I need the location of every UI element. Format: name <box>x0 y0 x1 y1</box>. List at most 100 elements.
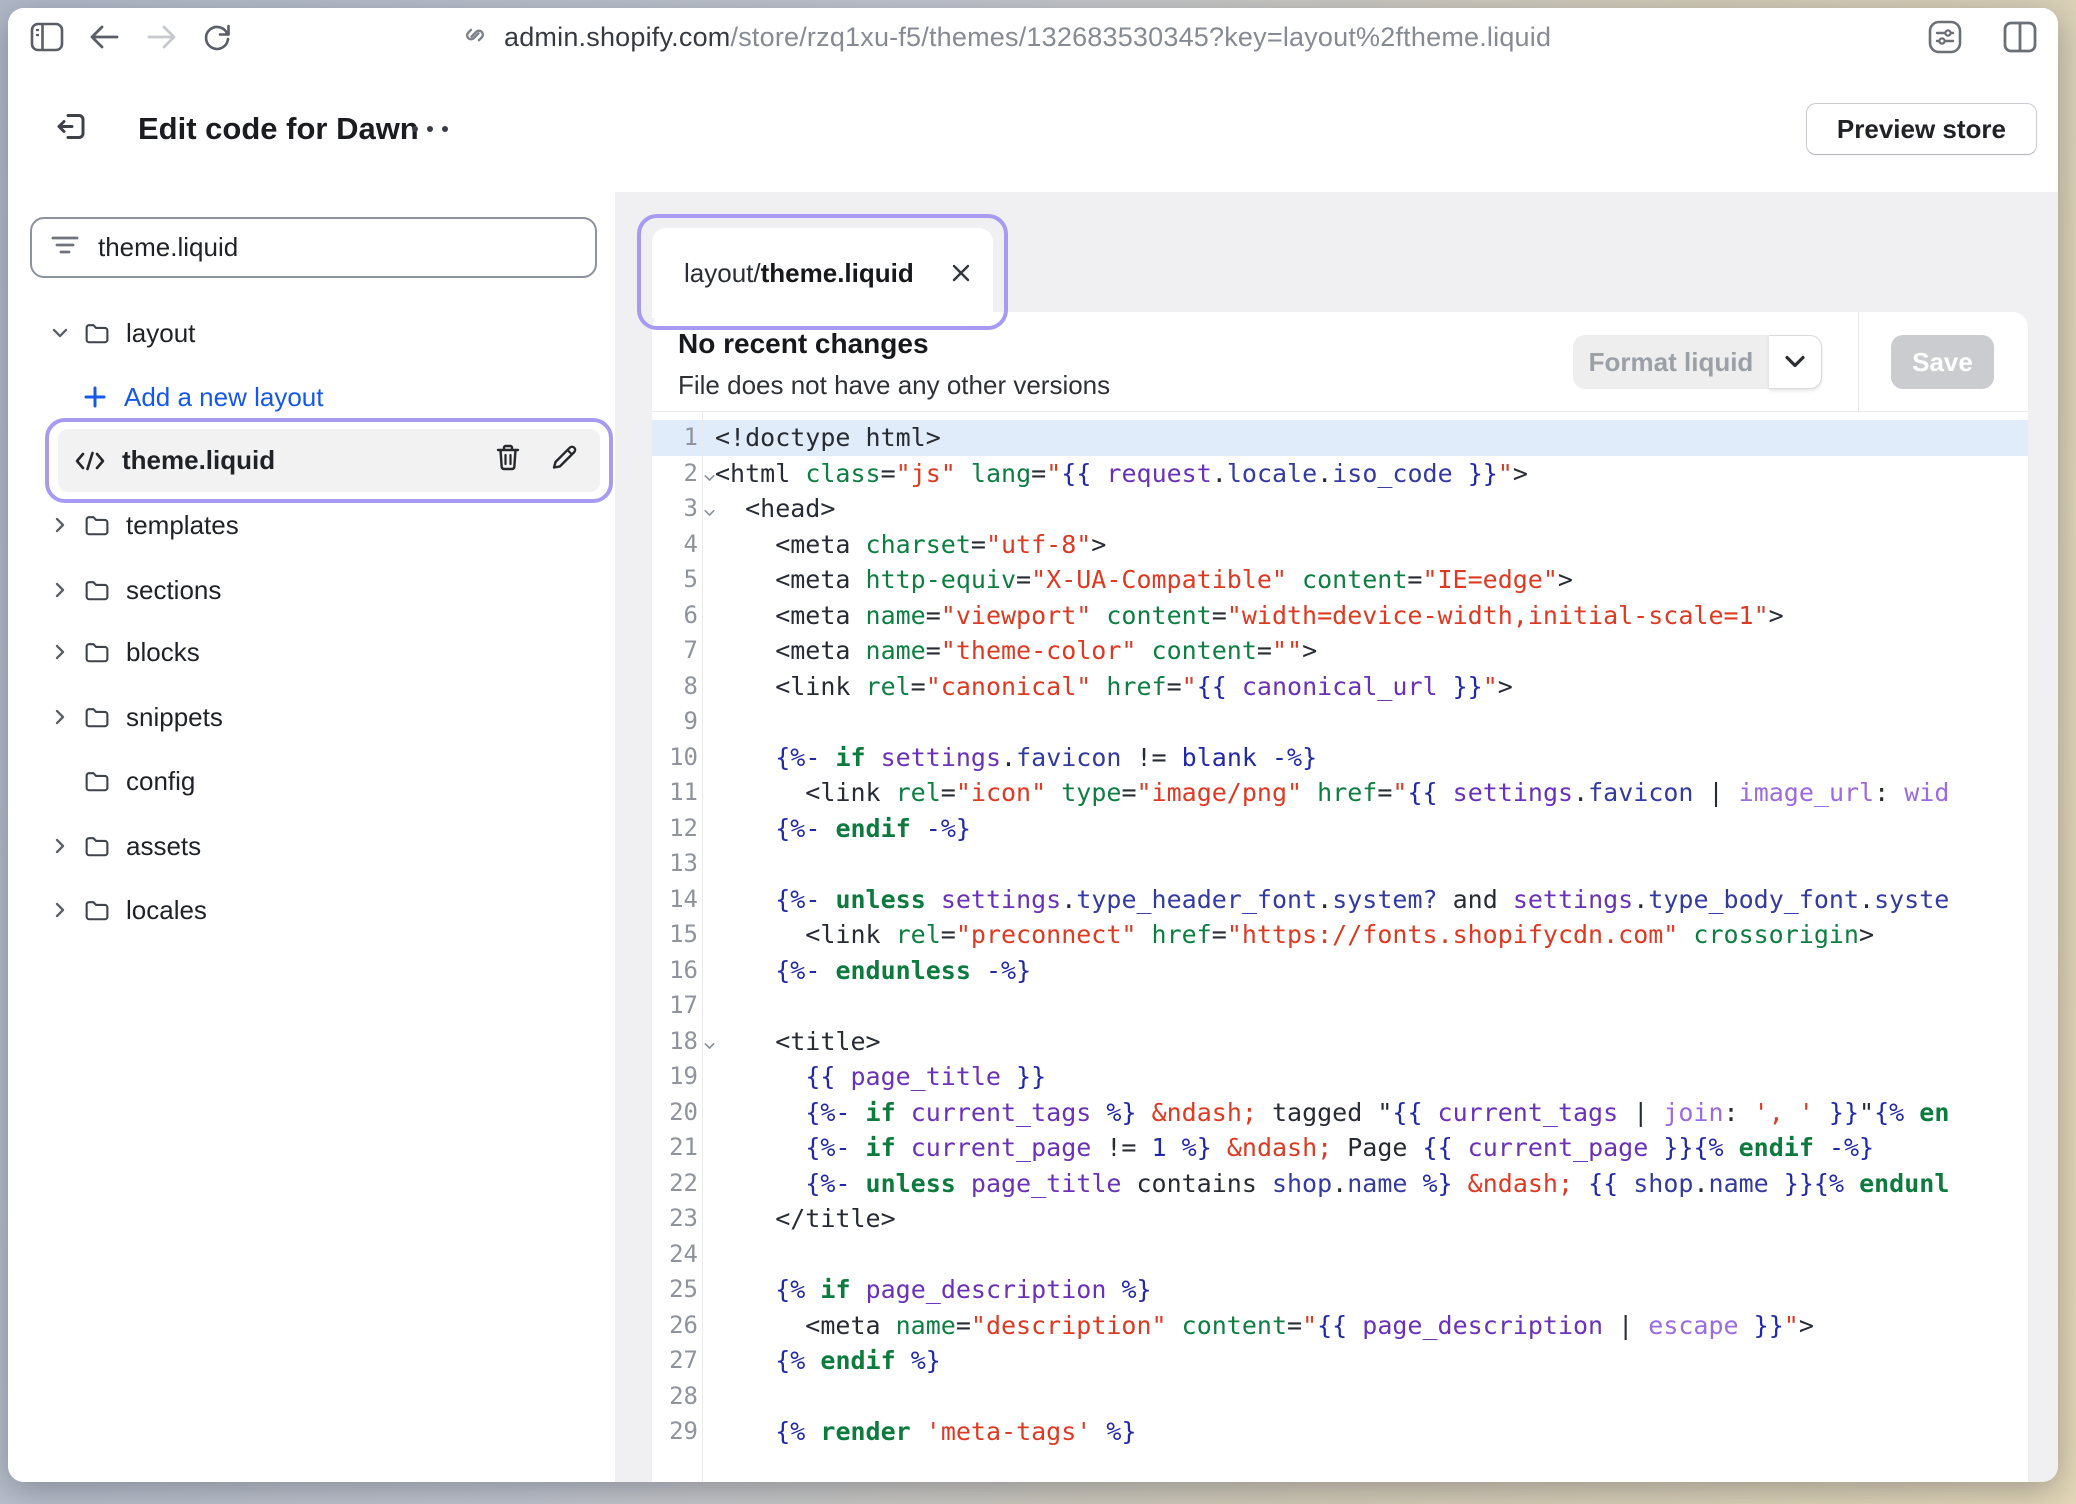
app-header: Edit code for Dawn Preview store <box>8 66 2058 192</box>
code-line-6[interactable]: 6 <meta name="viewport" content="width=d… <box>652 598 2028 634</box>
sidebar-item-locales[interactable]: locales <box>8 878 615 942</box>
chevron-right-icon <box>49 641 71 663</box>
folder-label: sections <box>126 575 221 606</box>
code-line-25[interactable]: 25 {% if page_description %} <box>652 1272 2028 1308</box>
code-line-4[interactable]: 4 <meta charset="utf-8"> <box>652 527 2028 563</box>
code-line-18[interactable]: 18 <title> <box>652 1024 2028 1060</box>
code-line-20[interactable]: 20 {%- if current_tags %} &ndash; tagged… <box>652 1095 2028 1131</box>
more-options-icon[interactable] <box>412 126 448 132</box>
sidebar-item-theme-liquid[interactable]: theme.liquid <box>58 429 600 492</box>
format-liquid-button[interactable]: Format liquid <box>1573 335 1769 389</box>
line-number: 10 <box>652 740 698 776</box>
code-line-7[interactable]: 7 <meta name="theme-color" content=""> <box>652 633 2028 669</box>
code-line-8[interactable]: 8 <link rel="canonical" href="{{ canonic… <box>652 669 2028 705</box>
code-line-11[interactable]: 11 <link rel="icon" type="image/png" hre… <box>652 775 2028 811</box>
code-line-9[interactable]: 9 <box>652 704 2028 740</box>
folder-icon <box>82 832 112 860</box>
line-number: 29 <box>652 1414 698 1450</box>
browser-toolbar: admin.shopify.com/store/rzq1xu-f5/themes… <box>8 8 2058 67</box>
code-file-icon <box>74 450 106 472</box>
sidebar-item-layout[interactable]: layout <box>8 301 615 365</box>
code-line-27[interactable]: 27 {% endif %} <box>652 1343 2028 1379</box>
page-settings-icon[interactable] <box>1926 18 1964 56</box>
chevron-right-icon[interactable] <box>46 579 74 601</box>
code-line-12[interactable]: 12 {%- endif -%} <box>652 811 2028 847</box>
address-bar[interactable]: admin.shopify.com/store/rzq1xu-f5/themes… <box>460 8 1551 66</box>
code-text: {%- if current_tags %} &ndash; tagged "{… <box>715 1095 1949 1131</box>
chevron-right-icon[interactable] <box>46 899 74 921</box>
code-text: {%- endif -%} <box>715 811 971 847</box>
code-line-21[interactable]: 21 {%- if current_page != 1 %} &ndash; P… <box>652 1130 2028 1166</box>
chevron-down-icon <box>1783 354 1807 370</box>
sidebar-item-sections[interactable]: sections <box>8 558 615 622</box>
file-search-box[interactable] <box>30 217 597 278</box>
folder-icon <box>82 832 112 860</box>
line-number: 16 <box>652 953 698 989</box>
sidebar-item-config[interactable]: config <box>8 749 615 813</box>
version-subtitle: File does not have any other versions <box>678 370 1110 401</box>
code-line-19[interactable]: 19 {{ page_title }} <box>652 1059 2028 1095</box>
code-line-2[interactable]: 2<html class="js" lang="{{ request.local… <box>652 456 2028 492</box>
code-line-10[interactable]: 10 {%- if settings.favicon != blank -%} <box>652 740 2028 776</box>
preview-store-button[interactable]: Preview store <box>1806 103 2037 155</box>
code-line-1[interactable]: 1<!doctype html> <box>652 420 2028 456</box>
code-lines: 1<!doctype html>2<html class="js" lang="… <box>652 420 2028 1450</box>
chevron-right-icon[interactable] <box>46 514 74 536</box>
folder-icon <box>82 896 112 924</box>
code-line-26[interactable]: 26 <meta name="description" content="{{ … <box>652 1308 2028 1344</box>
code-line-14[interactable]: 14 {%- unless settings.type_header_font.… <box>652 882 2028 918</box>
sidebar-item-snippets[interactable]: snippets <box>8 685 615 749</box>
editor-area: layout/theme.liquid No recent changes Fi… <box>615 192 2058 1482</box>
search-input[interactable] <box>96 231 577 264</box>
code-line-3[interactable]: 3 <head> <box>652 491 2028 527</box>
code-text: </title> <box>715 1201 896 1237</box>
code-line-15[interactable]: 15 <link rel="preconnect" href="https://… <box>652 917 2028 953</box>
folder-label: blocks <box>126 637 200 668</box>
save-button[interactable]: Save <box>1891 335 1994 389</box>
code-editor[interactable]: 1<!doctype html>2<html class="js" lang="… <box>652 412 2028 1482</box>
code-line-28[interactable]: 28 <box>652 1379 2028 1415</box>
browser-window: admin.shopify.com/store/rzq1xu-f5/themes… <box>8 8 2058 1482</box>
url-host: admin.shopify.com <box>504 22 731 52</box>
exit-editor-icon[interactable] <box>54 109 90 150</box>
sidebar-item-templates[interactable]: templates <box>8 493 615 557</box>
folder-label: assets <box>126 831 201 862</box>
code-line-13[interactable]: 13 <box>652 846 2028 882</box>
folder-label: templates <box>126 510 239 541</box>
line-number: 22 <box>652 1166 698 1202</box>
code-line-17[interactable]: 17 <box>652 988 2028 1024</box>
sidebar-toggle-icon[interactable] <box>30 22 64 52</box>
line-number: 23 <box>652 1201 698 1237</box>
code-line-16[interactable]: 16 {%- endunless -%} <box>652 953 2028 989</box>
gutter-separator <box>702 412 703 1482</box>
format-dropdown-button[interactable] <box>1769 335 1822 389</box>
delete-icon[interactable] <box>494 443 522 478</box>
sidebar-item-blocks[interactable]: blocks <box>8 620 615 684</box>
chevron-right-icon[interactable] <box>46 641 74 663</box>
code-line-22[interactable]: 22 {%- unless page_title contains shop.n… <box>652 1166 2028 1202</box>
chevron-right-icon[interactable] <box>46 706 74 728</box>
reload-icon[interactable] <box>202 22 232 52</box>
code-line-24[interactable]: 24 <box>652 1237 2028 1273</box>
split-view-icon[interactable] <box>2002 20 2038 54</box>
chevron-down-icon[interactable] <box>46 322 74 344</box>
folder-icon <box>82 576 112 604</box>
page-title: Edit code for Dawn <box>138 111 419 147</box>
chevron-right-icon <box>49 514 71 536</box>
chevron-right-icon <box>49 899 71 921</box>
chevron-right-icon[interactable] <box>46 835 74 857</box>
code-line-5[interactable]: 5 <meta http-equiv="X-UA-Compatible" con… <box>652 562 2028 598</box>
line-number: 26 <box>652 1308 698 1344</box>
code-text: {% render 'meta-tags' %} <box>715 1414 1137 1450</box>
line-number: 8 <box>652 669 698 705</box>
line-number: 11 <box>652 775 698 811</box>
line-number: 4 <box>652 527 698 563</box>
line-number: 28 <box>652 1379 698 1415</box>
code-line-29[interactable]: 29 {% render 'meta-tags' %} <box>652 1414 2028 1450</box>
line-number: 19 <box>652 1059 698 1095</box>
rename-icon[interactable] <box>550 443 578 478</box>
code-text: <!doctype html> <box>715 420 941 456</box>
back-icon[interactable] <box>88 23 120 51</box>
sidebar-item-assets[interactable]: assets <box>8 814 615 878</box>
code-line-23[interactable]: 23 </title> <box>652 1201 2028 1237</box>
